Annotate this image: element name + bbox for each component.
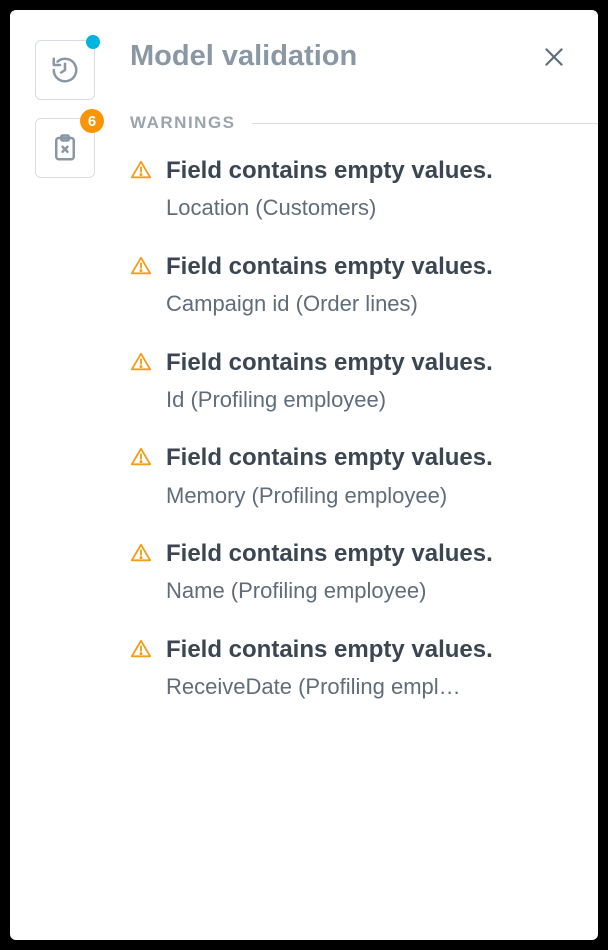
history-icon (50, 55, 80, 85)
validation-button[interactable]: 6 (35, 118, 95, 178)
warning-title: Field contains empty values. (166, 442, 578, 473)
panel-header: Model validation (130, 40, 598, 73)
section-divider (252, 123, 599, 124)
section-label: WARNINGS (130, 113, 236, 133)
warning-title: Field contains empty values. (166, 155, 578, 186)
warning-item[interactable]: Field contains empty values. Memory (Pro… (130, 442, 578, 510)
warning-item[interactable]: Field contains empty values. Location (C… (130, 155, 578, 223)
warning-triangle-icon (130, 542, 152, 569)
warning-triangle-icon (130, 638, 152, 665)
warning-body: Field contains empty values. ReceiveDate… (166, 634, 578, 702)
history-button[interactable] (35, 40, 95, 100)
panel-title: Model validation (130, 40, 357, 73)
warning-detail: Id (Profiling employee) (166, 386, 578, 415)
warning-title: Field contains empty values. (166, 347, 578, 378)
warning-detail: Campaign id (Order lines) (166, 290, 578, 319)
warnings-list: Field contains empty values. Location (C… (130, 155, 598, 702)
warning-detail: Memory (Profiling employee) (166, 482, 578, 511)
warning-item[interactable]: Field contains empty values. ReceiveDate… (130, 634, 578, 702)
section-header: WARNINGS (130, 113, 598, 133)
warning-detail: Name (Profiling employee) (166, 577, 578, 606)
warning-body: Field contains empty values. Id (Profili… (166, 347, 578, 415)
warning-item[interactable]: Field contains empty values. Name (Profi… (130, 538, 578, 606)
warning-count-badge: 6 (80, 109, 104, 133)
warning-body: Field contains empty values. Memory (Pro… (166, 442, 578, 510)
warning-title: Field contains empty values. (166, 634, 578, 665)
warning-detail: ReceiveDate (Profiling empl… (166, 673, 578, 702)
warning-triangle-icon (130, 351, 152, 378)
warning-triangle-icon (130, 159, 152, 186)
warning-body: Field contains empty values. Campaign id… (166, 251, 578, 319)
validation-panel: Model validation WARNINGS (130, 10, 598, 940)
warning-title: Field contains empty values. (166, 538, 578, 569)
warning-item[interactable]: Field contains empty values. Id (Profili… (130, 347, 578, 415)
warning-body: Field contains empty values. Location (C… (166, 155, 578, 223)
close-button[interactable] (540, 43, 568, 71)
warning-item[interactable]: Field contains empty values. Campaign id… (130, 251, 578, 319)
warning-detail: Location (Customers) (166, 194, 578, 223)
close-icon (541, 44, 567, 70)
clipboard-x-icon (50, 133, 80, 163)
warning-triangle-icon (130, 446, 152, 473)
app-frame: 6 Model validation WARNINGS (10, 10, 598, 940)
warning-title: Field contains empty values. (166, 251, 578, 282)
warning-body: Field contains empty values. Name (Profi… (166, 538, 578, 606)
left-rail: 6 (10, 10, 130, 940)
warning-triangle-icon (130, 255, 152, 282)
notification-dot (86, 35, 100, 49)
